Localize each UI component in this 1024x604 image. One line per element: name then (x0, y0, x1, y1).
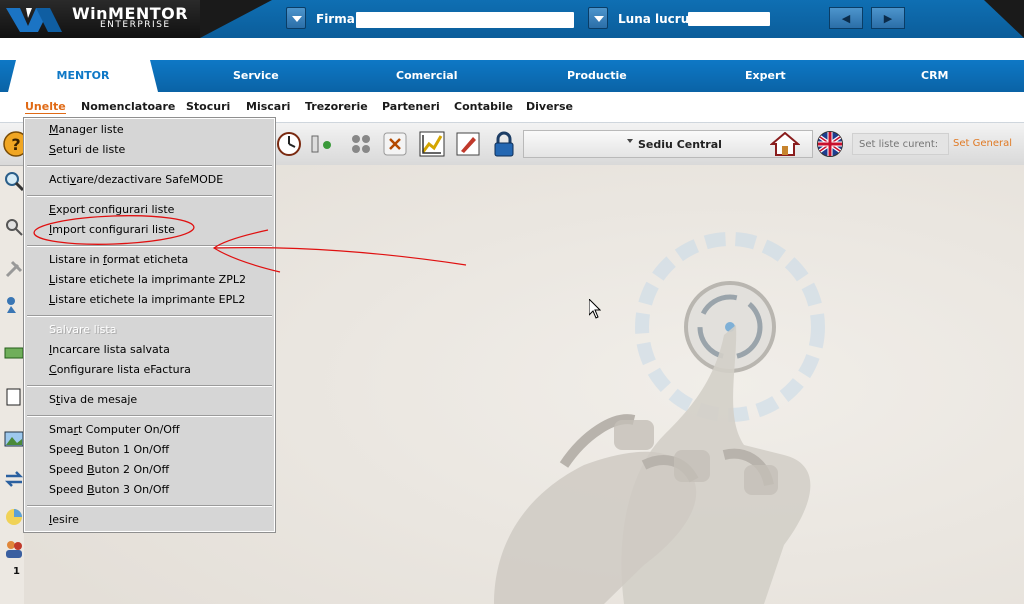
grid-icon[interactable] (347, 130, 375, 158)
menu-contabile[interactable]: Contabile (454, 100, 513, 113)
uk-flag-icon[interactable] (816, 130, 844, 158)
previous-month-button[interactable]: ◀ (829, 7, 863, 29)
tab-productie[interactable]: Productie (567, 69, 627, 82)
menu-item-listare-zpl2[interactable]: Listare etichete la imprimante ZPL2 (49, 273, 246, 286)
next-month-button[interactable]: ▶ (871, 7, 905, 29)
luna-dropdown-button[interactable] (588, 7, 608, 29)
luna-value-redacted (688, 12, 770, 26)
chevron-down-icon (627, 139, 633, 143)
menu-item-export-configurari[interactable]: Export configurari liste (49, 203, 174, 216)
tools-icon[interactable] (4, 259, 24, 279)
menu-nomenclatoare[interactable]: Nomenclatoare (81, 100, 175, 113)
logo-subtitle: ENTERPRISE (100, 20, 171, 30)
menu-separator (27, 195, 272, 197)
set-liste-input[interactable] (852, 133, 949, 155)
menu-item-speed-buton-1[interactable]: Speed Buton 1 On/Off (49, 443, 169, 456)
logo-mark-icon (6, 8, 62, 32)
arrow-left-icon: ◀ (841, 11, 851, 25)
module-tabs: MENTOR Service Comercial Productie Exper… (0, 38, 1024, 92)
title-bar: WinMENTOR ENTERPRISE Firma: Luna lucru: … (0, 0, 1024, 38)
tab-mentor[interactable]: MENTOR (8, 60, 158, 92)
menu-unelte[interactable]: Unelte (25, 100, 66, 114)
people-search-icon[interactable] (4, 295, 24, 315)
users-icon[interactable] (4, 539, 24, 559)
menu-item-manager-liste[interactable]: Manager liste (49, 123, 124, 136)
menu-item-speed-buton-3[interactable]: Speed Buton 3 On/Off (49, 483, 169, 496)
menu-stocuri[interactable]: Stocuri (186, 100, 230, 113)
pie-icon[interactable] (4, 507, 24, 527)
menu-separator (27, 165, 272, 167)
home-icon (770, 132, 800, 156)
clock-icon[interactable] (276, 130, 304, 158)
tab-service[interactable]: Service (233, 69, 279, 82)
zoom-icon[interactable] (4, 217, 24, 237)
tab-crm[interactable]: CRM (921, 69, 949, 82)
menu-miscari[interactable]: Miscari (246, 100, 290, 113)
firma-label: Firma: (316, 12, 360, 26)
transfer-icon[interactable] (4, 469, 24, 489)
menu-item-iesire[interactable]: Iesire (49, 513, 79, 526)
menu-separator (27, 315, 272, 317)
close-icon[interactable] (381, 130, 409, 158)
pencil-icon[interactable] (454, 130, 482, 158)
header-decoration-right (984, 0, 1024, 38)
menu-item-import-configurari[interactable]: Import configurari liste (49, 223, 175, 236)
document-icon[interactable] (4, 387, 24, 407)
menu-diverse[interactable]: Diverse (526, 100, 573, 113)
menu-item-listare-format-eticheta[interactable]: Listare in format eticheta (49, 253, 188, 266)
menu-separator (27, 245, 272, 247)
menu-item-salvare-lista: Salvare lista (49, 323, 117, 336)
menu-trezorerie[interactable]: Trezorerie (305, 100, 368, 113)
luna-label: Luna lucru: (618, 12, 695, 26)
menu-separator (27, 415, 272, 417)
set-general-link[interactable]: Set General (953, 138, 1012, 149)
left-rail (0, 165, 24, 604)
menu-parteneri[interactable]: Parteneri (382, 100, 440, 113)
branch-label: Sediu Central (638, 138, 722, 151)
menu-item-configurare-efactura[interactable]: Configurare lista eFactura (49, 363, 191, 376)
logo: WinMENTOR ENTERPRISE (0, 0, 200, 38)
search-icon[interactable] (4, 171, 24, 191)
menu-item-safemode[interactable]: Activare/dezactivare SafeMODE (49, 173, 223, 186)
header-decoration (200, 0, 272, 38)
menu-item-stiva-mesaje[interactable]: Stiva de mesaje (49, 393, 137, 406)
menu-item-seturi-de-liste[interactable]: Seturi de liste (49, 143, 125, 156)
image-icon[interactable] (4, 429, 24, 449)
tab-expert[interactable]: Expert (745, 69, 786, 82)
menu-separator (27, 505, 272, 507)
menu-item-smart-computer[interactable]: Smart Computer On/Off (49, 423, 180, 436)
chart-icon[interactable] (418, 130, 446, 158)
mouse-cursor-icon (589, 299, 601, 319)
branch-selector[interactable]: Sediu Central (523, 130, 813, 158)
menu-item-speed-buton-2[interactable]: Speed Buton 2 On/Off (49, 463, 169, 476)
menu-separator (27, 385, 272, 387)
svg-text:?: ? (11, 135, 20, 154)
users-count: 1 (13, 566, 20, 577)
menu-item-incarcare-lista[interactable]: Incarcare lista salvata (49, 343, 170, 356)
toggle-icon[interactable] (310, 130, 338, 158)
firma-dropdown-button[interactable] (286, 7, 306, 29)
firma-value-redacted (356, 12, 574, 28)
menu-item-listare-epl2[interactable]: Listare etichete la imprimante EPL2 (49, 293, 245, 306)
unelte-dropdown-menu: Manager liste Seturi de liste Activare/d… (23, 117, 276, 533)
lock-icon[interactable] (490, 130, 518, 158)
money-icon[interactable] (4, 343, 24, 363)
arrow-right-icon: ▶ (883, 11, 893, 25)
tab-comercial[interactable]: Comercial (396, 69, 457, 82)
